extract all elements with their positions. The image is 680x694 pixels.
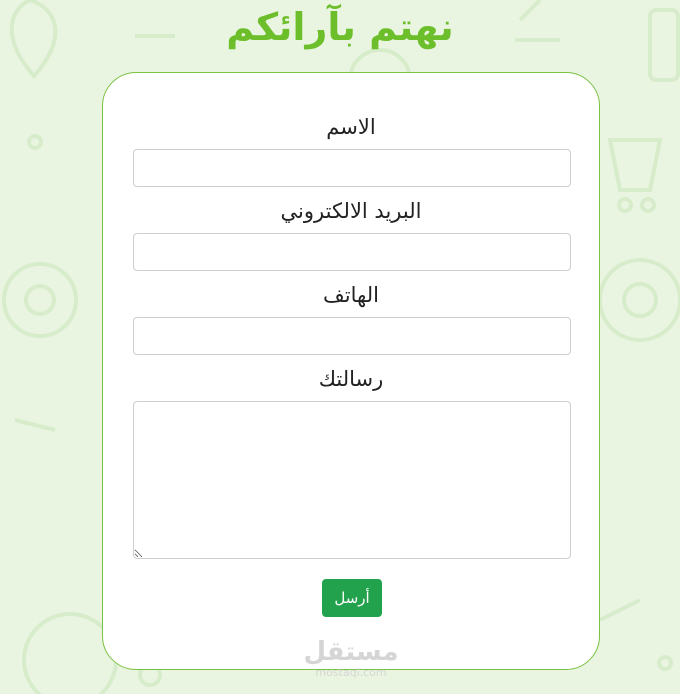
contact-form-card: الاسم البريد الالكتروني الهاتف رسالتك أر… (102, 72, 600, 679)
message-label: رسالتك (318, 367, 384, 391)
message-textarea[interactable] (133, 401, 571, 559)
name-label: الاسم (326, 115, 376, 139)
watermark-domain: mostaql.com (315, 666, 387, 679)
watermark: مستقل mostaql.com (103, 637, 599, 679)
phone-label: الهاتف (323, 283, 379, 307)
submit-button[interactable]: أرسل (322, 579, 382, 617)
page-title: نهتم بآرائكم (226, 5, 454, 49)
name-input[interactable] (133, 149, 571, 187)
email-input[interactable] (133, 233, 571, 271)
watermark-brand: مستقل (303, 637, 399, 667)
phone-input[interactable] (133, 317, 571, 355)
email-label: البريد الالكتروني (280, 199, 422, 223)
